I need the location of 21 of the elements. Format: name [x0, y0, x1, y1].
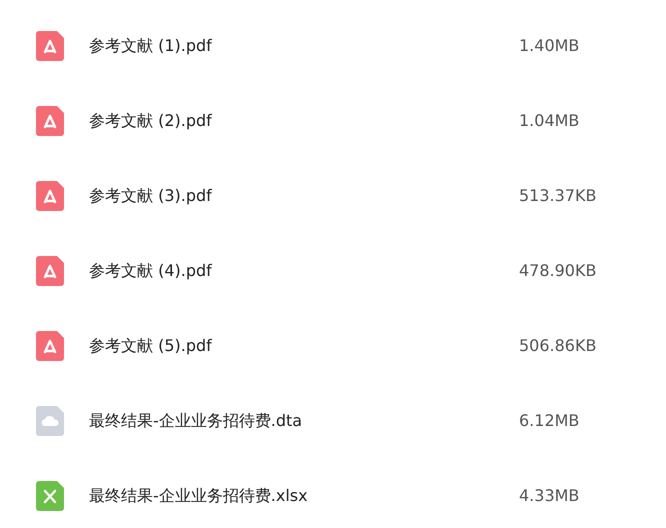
file-name[interactable]: 最终结果-企业业务招待费.xlsx — [89, 484, 509, 508]
file-size: 1.40MB — [519, 34, 580, 56]
pdf-file-icon — [36, 30, 64, 60]
pdf-file-icon — [36, 256, 64, 286]
file-name[interactable]: 参考文献 (3).pdf — [89, 184, 509, 208]
file-size: 6.12MB — [519, 410, 580, 432]
pdf-file-icon — [36, 180, 64, 210]
spreadsheet-file-icon — [36, 480, 64, 510]
file-name[interactable]: 参考文献 (1).pdf — [89, 34, 509, 58]
file-size: 513.37KB — [519, 184, 596, 206]
pdf-file-icon — [36, 330, 64, 360]
file-size: 506.86KB — [519, 334, 596, 356]
file-name[interactable]: 参考文献 (2).pdf — [89, 108, 509, 132]
file-name[interactable]: 参考文献 (5).pdf — [89, 334, 509, 358]
cloud-file-icon — [36, 406, 64, 436]
file-size: 478.90KB — [519, 260, 596, 282]
file-name[interactable]: 参考文献 (4).pdf — [89, 258, 509, 282]
file-size: 1.04MB — [519, 110, 580, 132]
file-size: 4.33MB — [519, 484, 580, 506]
pdf-file-icon — [36, 106, 64, 136]
file-name[interactable]: 最终结果-企业业务招待费.dta — [89, 408, 509, 432]
